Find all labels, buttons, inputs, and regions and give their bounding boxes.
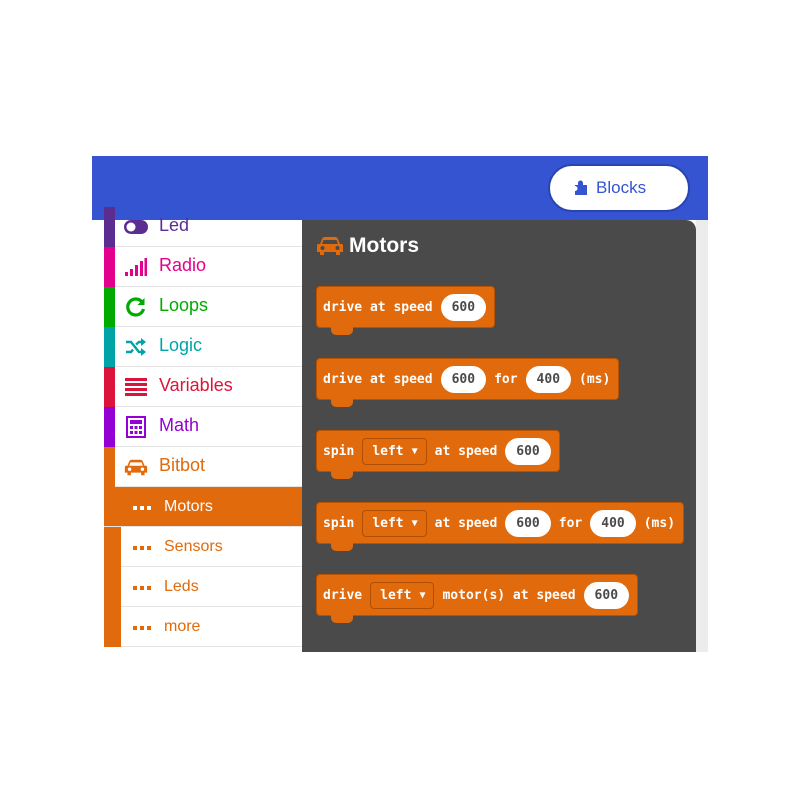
category-radio[interactable]: Radio — [104, 247, 302, 287]
dropdown-value: left — [372, 515, 404, 531]
category-math[interactable]: Math — [104, 407, 302, 447]
signal-bars-icon — [124, 256, 148, 278]
workspace-edge — [696, 220, 708, 652]
motor-block[interactable]: drive at speed 600 — [316, 286, 496, 335]
dropdown-value: left — [380, 587, 412, 603]
puzzle-icon — [575, 180, 587, 195]
block-text: for — [558, 515, 583, 531]
caret-down-icon: ▼ — [411, 517, 418, 529]
number-input[interactable]: 600 — [505, 509, 551, 537]
motor-block[interactable]: spin left ▼ at speed 600 for 400 (ms) — [316, 502, 685, 551]
subcategory-stripe — [104, 607, 121, 647]
shuffle-icon — [124, 336, 148, 358]
flyout-title-label: Motors — [349, 234, 419, 257]
direction-dropdown[interactable]: left ▼ — [362, 437, 427, 465]
calculator-icon — [124, 416, 148, 438]
direction-dropdown[interactable]: left ▼ — [370, 581, 435, 609]
dropdown-value: left — [372, 443, 404, 459]
ellipsis-icon — [133, 546, 151, 550]
category-color-stripe — [104, 327, 115, 367]
toolbox-category-list: Led Radio Loops Logic Variables Math Bitbot Mo… — [104, 207, 302, 652]
block-connector — [331, 327, 353, 335]
block-text: (ms) — [579, 371, 611, 387]
block-text: motor(s) at speed — [442, 587, 576, 603]
car-icon — [124, 456, 148, 478]
category-loops[interactable]: Loops — [104, 287, 302, 327]
block-text: drive — [323, 587, 363, 603]
category-color-stripe — [104, 407, 115, 447]
block-connector — [331, 615, 353, 623]
category-logic[interactable]: Logic — [104, 327, 302, 367]
block-text: spin — [323, 443, 355, 459]
subcategory-label: Leds — [164, 578, 199, 595]
number-input[interactable]: 600 — [440, 365, 487, 393]
block-text: for — [494, 371, 518, 387]
category-color-stripe — [104, 207, 115, 247]
category-color-stripe — [104, 367, 115, 407]
number-input[interactable]: 600 — [505, 437, 551, 465]
makecode-editor: Blocks Led Radio Loops Logic Variables Math Bi… — [92, 156, 708, 652]
category-variables[interactable]: Variables — [104, 367, 302, 407]
category-color-stripe — [104, 447, 115, 487]
subcategory-label: more — [164, 618, 201, 635]
number-input[interactable]: 400 — [590, 509, 636, 537]
ellipsis-icon — [133, 586, 151, 590]
block-text: drive at speed — [323, 371, 433, 387]
number-input[interactable]: 400 — [525, 365, 572, 393]
category-label: Led — [159, 215, 190, 235]
subcategory-more[interactable]: more — [104, 607, 302, 647]
toggle-icon — [124, 216, 148, 238]
toolbox-flyout: Motors drive at speed 600 drive at speed 60… — [302, 220, 696, 652]
subcategory-motors[interactable]: Motors — [104, 487, 302, 527]
category-label: Logic — [159, 335, 203, 355]
subcategory-label: Motors — [164, 498, 213, 515]
block-text: drive at speed — [323, 299, 433, 315]
category-led[interactable]: Led — [104, 207, 302, 247]
subcategory-stripe — [104, 527, 121, 567]
block-text: (ms) — [643, 515, 676, 531]
category-label: Loops — [159, 295, 209, 315]
subcategory-leds[interactable]: Leds — [104, 567, 302, 607]
category-label: Math — [159, 415, 200, 435]
category-label: Variables — [159, 375, 233, 395]
subcategory-stripe — [104, 567, 121, 607]
category-color-stripe — [104, 247, 115, 287]
motor-block[interactable]: drive at speed 600 for 400 (ms) — [316, 358, 620, 407]
subcategory-sensors[interactable]: Sensors — [104, 527, 302, 567]
caret-down-icon: ▼ — [419, 589, 426, 601]
category-label: Bitbot — [159, 455, 206, 475]
ellipsis-icon — [133, 626, 151, 630]
list-icon — [124, 376, 148, 398]
direction-dropdown[interactable]: left ▼ — [362, 509, 427, 537]
block-connector — [331, 399, 353, 407]
number-input[interactable]: 600 — [440, 293, 487, 321]
car-icon — [317, 237, 343, 255]
ellipsis-icon — [133, 506, 151, 510]
subcategory-label: Sensors — [164, 538, 223, 555]
number-input[interactable]: 600 — [583, 581, 630, 609]
flyout-title: Motors — [316, 234, 419, 258]
caret-down-icon: ▼ — [411, 445, 418, 457]
category-bitbot[interactable]: Bitbot — [104, 447, 302, 487]
refresh-icon — [124, 296, 148, 318]
block-connector — [331, 543, 353, 551]
category-label: Radio — [159, 255, 207, 275]
blocks-button-label: Blocks — [596, 178, 647, 197]
block-text: spin — [323, 515, 355, 531]
motor-block[interactable]: drive left ▼ motor(s) at speed 600 — [316, 574, 639, 623]
category-color-stripe — [104, 287, 115, 327]
block-text: at speed — [434, 443, 498, 459]
block-connector — [331, 471, 353, 479]
motor-block[interactable]: spin left ▼ at speed 600 — [316, 430, 560, 479]
blocks-button[interactable]: Blocks — [548, 164, 690, 212]
block-text: at speed — [434, 515, 498, 531]
